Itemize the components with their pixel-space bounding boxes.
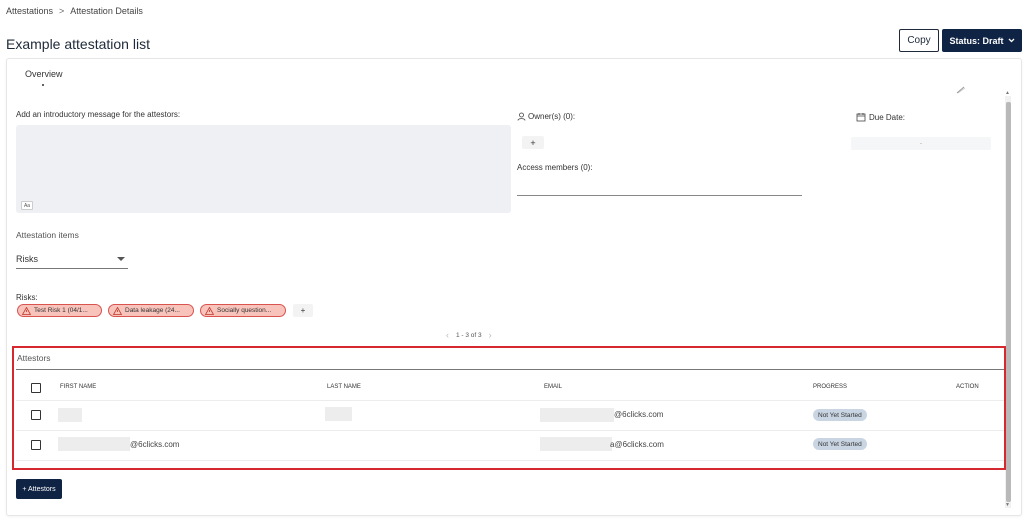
- owners-label: Owner(s) (0):: [517, 112, 575, 121]
- first-name-cell: @6clicks.com: [130, 440, 180, 449]
- risk-chip[interactable]: Socially question...: [200, 304, 286, 317]
- scroll-up-icon[interactable]: ▲: [1005, 90, 1010, 96]
- chevron-left-icon[interactable]: ‹: [446, 330, 449, 340]
- scrollbar-thumb[interactable]: [1006, 102, 1011, 502]
- warning-icon: [205, 306, 214, 315]
- redacted-email: [540, 408, 614, 422]
- edit-icon[interactable]: [956, 86, 966, 94]
- warning-icon: [22, 306, 31, 315]
- risks-label: Risks:: [16, 293, 38, 302]
- column-header-action: ACTION: [956, 384, 979, 390]
- items-type-select[interactable]: Risks: [16, 254, 128, 269]
- intro-message-editor[interactable]: [16, 125, 511, 213]
- divider: [16, 369, 1004, 370]
- column-header-last-name[interactable]: LAST NAME: [327, 384, 361, 390]
- page-title: Example attestation list: [6, 36, 150, 52]
- risk-chip-label: Socially question...: [217, 307, 272, 314]
- progress-badge: Not Yet Started: [813, 409, 867, 421]
- column-header-progress[interactable]: PROGRESS: [813, 384, 847, 390]
- items-type-value: Risks: [16, 254, 38, 264]
- add-risk-button[interactable]: +: [293, 304, 313, 317]
- pagination: ‹ 1 - 3 of 3 ›: [446, 330, 492, 340]
- redacted-email: [540, 437, 612, 451]
- progress-badge: Not Yet Started: [813, 438, 867, 450]
- breadcrumb-link-attestations[interactable]: Attestations: [6, 6, 53, 16]
- column-header-first-name[interactable]: FIRST NAME: [60, 384, 96, 390]
- chevron-right-icon[interactable]: ›: [489, 330, 492, 340]
- breadcrumb: Attestations > Attestation Details: [6, 6, 143, 16]
- attestors-highlight: [12, 346, 1006, 470]
- row-checkbox[interactable]: [31, 410, 41, 420]
- column-header-email[interactable]: EMAIL: [544, 384, 562, 390]
- redacted-first-name: [58, 437, 130, 451]
- breadcrumb-current: Attestation Details: [70, 6, 143, 16]
- attestation-items-heading: Attestation items: [16, 230, 79, 240]
- warning-icon: [113, 306, 122, 315]
- copy-button[interactable]: Copy: [899, 29, 939, 52]
- status-dropdown-button[interactable]: Status: Draft: [942, 29, 1022, 52]
- attestors-heading: Attestors: [17, 353, 51, 363]
- intro-message-label: Add an introductory message for the atte…: [16, 110, 181, 119]
- add-attestors-button[interactable]: + Attestors: [16, 479, 62, 499]
- email-cell: a@6clicks.com: [610, 440, 664, 449]
- tab-overview[interactable]: Overview: [25, 69, 63, 79]
- caret-down-icon: [117, 257, 125, 261]
- risk-chip[interactable]: Test Risk 1 (04/1...: [17, 304, 102, 317]
- breadcrumb-separator-icon: >: [59, 6, 65, 16]
- calendar-icon: [856, 113, 866, 122]
- due-date-label-text: Due Date:: [869, 112, 906, 122]
- tab-indicator-dot: [42, 84, 44, 86]
- row-checkbox[interactable]: [31, 440, 41, 450]
- row-divider: [16, 400, 1004, 401]
- user-icon: [517, 112, 526, 121]
- select-all-checkbox[interactable]: [31, 383, 41, 393]
- status-label: Status: Draft: [949, 35, 1004, 46]
- due-date-label: Due Date:: [856, 112, 905, 122]
- access-members-input[interactable]: [517, 195, 802, 196]
- risk-chip-label: Test Risk 1 (04/1...: [34, 307, 88, 314]
- row-divider: [16, 460, 1004, 461]
- access-members-label: Access members (0):: [517, 163, 593, 172]
- redacted-last-name: [325, 407, 352, 421]
- due-date-field[interactable]: -: [851, 137, 991, 150]
- scroll-down-icon[interactable]: ▼: [1005, 502, 1010, 508]
- owners-label-text: Owner(s) (0):: [528, 112, 576, 121]
- redacted-first-name: [58, 408, 82, 422]
- risk-chip-label: Data leakage (24...: [125, 307, 180, 314]
- text-format-icon[interactable]: Aa: [21, 201, 33, 210]
- email-cell: @6clicks.com: [614, 410, 664, 419]
- add-owner-button[interactable]: +: [522, 136, 544, 149]
- chevron-down-icon: [1008, 38, 1014, 43]
- pagination-text: 1 - 3 of 3: [456, 331, 482, 339]
- row-divider: [16, 430, 1004, 431]
- risk-chip[interactable]: Data leakage (24...: [108, 304, 194, 317]
